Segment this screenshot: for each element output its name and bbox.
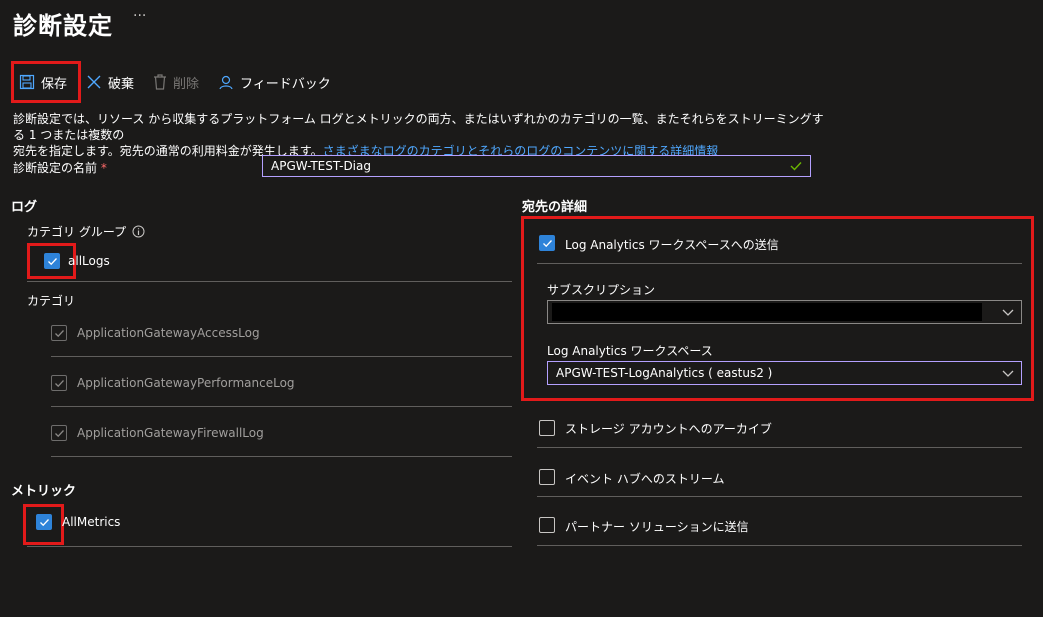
allmetrics-checkbox[interactable] [36, 514, 52, 530]
check-icon [790, 162, 802, 171]
checkmark-icon [54, 329, 64, 337]
category-label: カテゴリ [27, 294, 76, 308]
alllogs-label: allLogs [68, 254, 110, 268]
firewall-log-checkbox[interactable] [51, 425, 67, 441]
storage-label: ストレージ アカウントへのアーカイブ [565, 422, 772, 436]
chevron-down-icon [1002, 309, 1014, 316]
feedback-icon [219, 75, 233, 90]
delete-button[interactable]: 削除 [153, 72, 199, 92]
discard-label: 破棄 [108, 76, 135, 92]
feedback-button[interactable]: フィードバック [218, 72, 331, 92]
required-mark: * [100, 161, 107, 175]
save-icon [19, 74, 35, 90]
event-hub-checkbox[interactable] [539, 469, 555, 485]
save-label: 保存 [41, 76, 68, 92]
category-group-label: カテゴリ グループ [27, 223, 145, 240]
subscription-dropdown[interactable] [547, 300, 1022, 324]
performance-log-label: ApplicationGatewayPerformanceLog [77, 376, 295, 390]
discard-button[interactable]: 破棄 [86, 72, 134, 92]
allmetrics-label: AllMetrics [62, 515, 121, 529]
access-log-label: ApplicationGatewayAccessLog [77, 326, 260, 340]
performance-log-checkbox[interactable] [51, 375, 67, 391]
event-hub-label: イベント ハブへのストリーム [565, 472, 725, 486]
page-title: 診断設定 [13, 12, 113, 40]
access-log-checkbox[interactable] [51, 325, 67, 341]
description: 診断設定では、リソース から収集するプラットフォーム ログとメトリックの両方、ま… [13, 111, 833, 159]
checkmark-icon [542, 239, 552, 247]
name-input[interactable]: APGW-TEST-Diag [262, 155, 811, 177]
access-log-divider [51, 356, 512, 357]
alllogs-checkbox[interactable] [44, 253, 60, 269]
log-analytics-checkbox[interactable] [539, 235, 555, 251]
feedback-label: フィードバック [240, 76, 331, 92]
chevron-down-icon [1002, 370, 1014, 377]
performance-log-divider [51, 406, 512, 407]
partner-checkbox[interactable] [539, 517, 555, 533]
log-analytics-divider [537, 263, 1022, 264]
firewall-log-divider [51, 456, 512, 457]
subscription-label: サブスクリプション [547, 283, 656, 297]
workspace-dropdown[interactable]: APGW-TEST-LogAnalytics ( eastus2 ) [547, 361, 1022, 385]
checkmark-icon [54, 429, 64, 437]
close-icon [87, 75, 101, 89]
delete-label: 削除 [173, 76, 200, 92]
name-label: 診断設定の名前 * [13, 161, 107, 175]
description-line-1: 診断設定では、リソース から収集するプラットフォーム ログとメトリックの両方、ま… [13, 112, 824, 142]
log-analytics-label: Log Analytics ワークスペースへの送信 [565, 238, 779, 252]
partner-divider [537, 545, 1022, 546]
checkmark-icon [39, 518, 49, 526]
storage-divider [537, 447, 1022, 448]
metrics-heading: メトリック [11, 484, 77, 499]
workspace-value: APGW-TEST-LogAnalytics ( eastus2 ) [556, 366, 773, 380]
event-hub-divider [537, 496, 1022, 497]
trash-icon [154, 74, 166, 90]
logs-heading: ログ [11, 200, 38, 215]
firewall-log-label: ApplicationGatewayFirewallLog [77, 426, 264, 440]
checkmark-icon [47, 257, 57, 265]
logs-divider [27, 281, 512, 282]
storage-checkbox[interactable] [539, 420, 555, 436]
info-icon[interactable] [132, 225, 145, 238]
save-button[interactable]: 保存 [19, 72, 67, 92]
partner-label: パートナー ソリューションに送信 [565, 520, 749, 534]
subscription-value-redacted [552, 303, 982, 321]
workspace-label: Log Analytics ワークスペース [547, 344, 713, 358]
checkmark-icon [54, 379, 64, 387]
metrics-divider [27, 546, 512, 547]
destination-heading: 宛先の詳細 [522, 200, 588, 215]
more-options-icon[interactable]: ··· [133, 8, 146, 24]
